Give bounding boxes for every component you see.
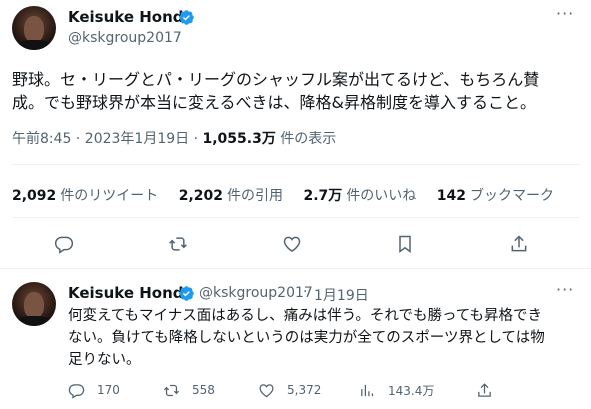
retweet-button[interactable] <box>166 232 190 256</box>
like-count: 5,372 <box>287 383 322 397</box>
reply-author-name[interactable]: Keisuke Honda <box>68 284 194 302</box>
reply-retweet-button[interactable]: 558 <box>163 380 215 400</box>
divider <box>12 164 580 165</box>
verified-badge-icon <box>179 10 194 25</box>
tweet-stats: 2,092 件のリツイート 2,202 件の引用 2.7万 件のいいね 142 ブックマ… <box>12 185 570 205</box>
share-icon <box>511 235 527 252</box>
reply-icon <box>68 383 85 399</box>
retweet-icon <box>169 237 187 251</box>
tweet-meta: 午前8:45 · 2023年1月19日 · 1,055.3万 件の表示 <box>12 128 336 148</box>
views-count: 1,055.3万 <box>202 131 276 147</box>
reply-views-button[interactable]: 143.4万 <box>359 380 434 400</box>
divider <box>12 217 580 218</box>
author-handle[interactable]: @kskgroup2017 <box>68 30 182 46</box>
reply-reply-button[interactable]: 170 <box>68 380 120 400</box>
separator-dot: · <box>303 284 308 300</box>
reply-author-avatar[interactable] <box>12 282 56 326</box>
tweet-actions <box>0 232 591 256</box>
views-count: 143.4万 <box>388 383 435 398</box>
reply-like-button[interactable]: 5,372 <box>258 380 321 400</box>
tweet-text-line: 成。でも野球界が本当に変えるべきは、降格&昇格制度を導入すること。 <box>12 93 536 112</box>
reply-actions: 170 558 5,372 143.4万 <box>0 380 591 400</box>
views-label: 件の表示 <box>275 131 337 147</box>
reply-icon <box>54 236 74 254</box>
share-icon <box>478 382 491 397</box>
reply-text-line: 何変えてもマイナス面はあるし、痛みは伴う。それでも勝っても昇格でき <box>68 308 543 324</box>
more-options-icon[interactable]: ··· <box>556 4 574 23</box>
tweet-text-line: 野球。セ・リーグとパ・リーグのシャッフル案が出てるけど、もちろん賛 <box>12 70 540 89</box>
author-name[interactable]: Keisuke Honda <box>68 8 194 26</box>
reply-author-handle[interactable]: @kskgroup2017 <box>199 285 313 301</box>
likes-stat[interactable]: 2.7万 件のいいね <box>304 185 417 205</box>
like-icon <box>259 383 274 397</box>
quotes-stat[interactable]: 2,202 件の引用 <box>179 185 283 205</box>
author-avatar[interactable] <box>12 6 56 50</box>
like-button[interactable] <box>280 232 304 256</box>
reply-count: 170 <box>97 383 120 397</box>
retweet-count: 558 <box>192 383 215 397</box>
bookmarks-stat[interactable]: 142 ブックマーク <box>437 185 554 205</box>
reply-date[interactable]: 1月19日 <box>314 285 369 305</box>
views-chart-icon <box>361 384 374 396</box>
reply-text-line: 足りない。 <box>68 352 141 368</box>
retweet-icon <box>163 384 180 396</box>
share-button[interactable] <box>507 232 531 256</box>
like-icon <box>283 236 301 252</box>
bookmark-button[interactable] <box>393 232 417 256</box>
retweets-stat[interactable]: 2,092 件のリツイート <box>12 185 158 205</box>
reply-button[interactable] <box>52 232 76 256</box>
tweet-text: 野球。セ・リーグとパ・リーグのシャッフル案が出てるけど、もちろん賛 成。でも野球… <box>12 68 580 114</box>
divider <box>0 268 591 269</box>
reply-text-line: ない。負けても降格しないというのは実力が全てのスポーツ界としては物 <box>68 330 545 346</box>
more-options-icon[interactable]: ··· <box>556 280 574 299</box>
tweet-timestamp[interactable]: 午前8:45 · 2023年1月19日 · <box>12 131 203 147</box>
reply-share-button[interactable] <box>476 380 505 400</box>
reply-text: 何変えてもマイナス面はあるし、痛みは伴う。それでも勝っても昇格でき ない。負けて… <box>68 305 580 371</box>
bookmark-icon <box>399 235 411 253</box>
verified-badge-icon <box>179 286 194 301</box>
